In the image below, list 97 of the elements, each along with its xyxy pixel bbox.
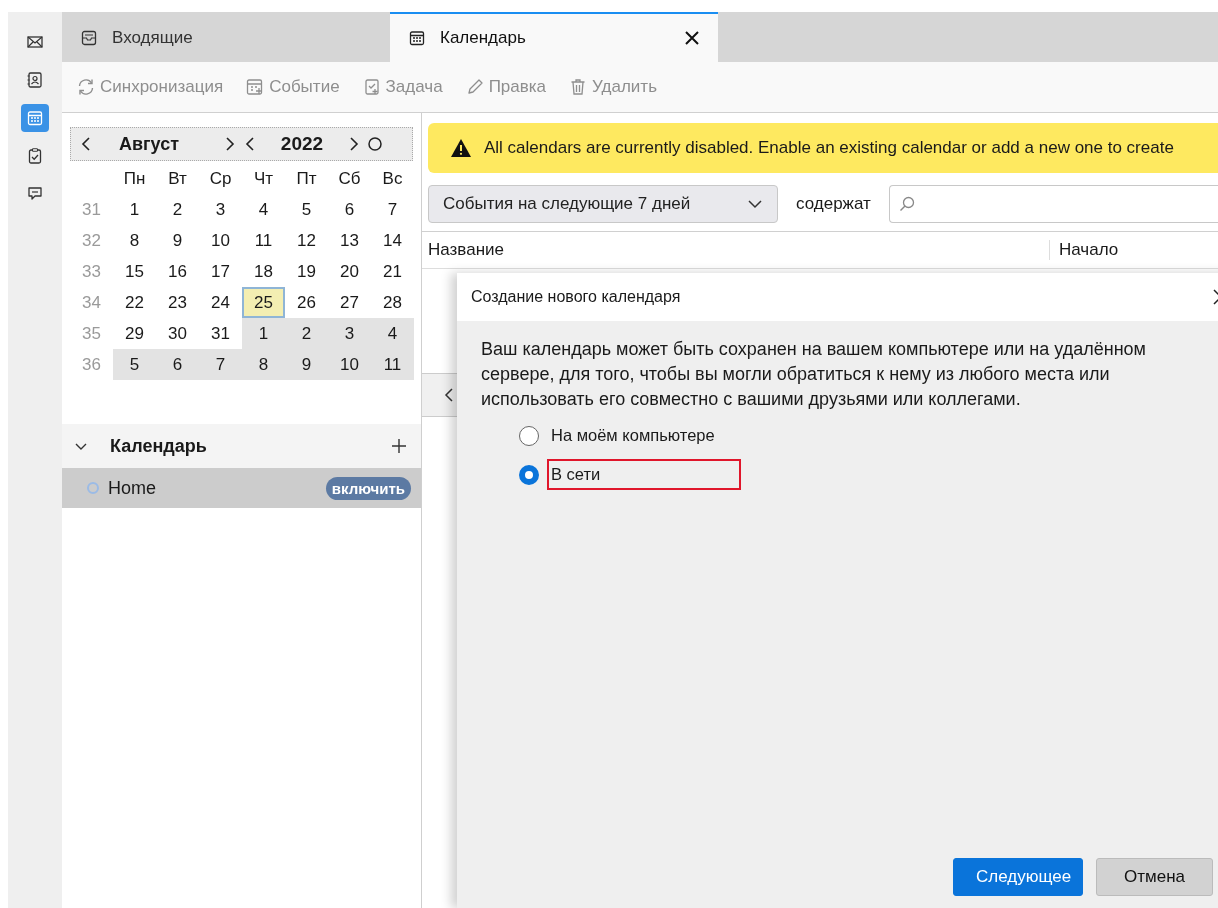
next-button[interactable]: Следующее bbox=[953, 858, 1083, 896]
day-cell[interactable]: 28 bbox=[371, 287, 414, 318]
day-cell[interactable]: 20 bbox=[328, 256, 371, 287]
chevron-left-icon[interactable] bbox=[79, 136, 93, 152]
chevron-right-icon[interactable] bbox=[223, 136, 237, 152]
search-field[interactable] bbox=[888, 185, 1218, 223]
calendar-list-item[interactable]: Home включить bbox=[62, 468, 421, 508]
day-cell[interactable]: 3 bbox=[199, 194, 242, 225]
day-cell[interactable]: 11 bbox=[242, 225, 285, 256]
calendar-icon bbox=[26, 109, 44, 127]
notification-text: All calendars are currently disabled. Enable an existing calendar or add a new one to create bbox=[484, 138, 1174, 158]
day-cell[interactable]: 25 bbox=[242, 287, 285, 318]
tab[interactable]: Календарь bbox=[390, 12, 718, 62]
day-cell[interactable]: 13 bbox=[328, 225, 371, 256]
week-number: 33 bbox=[81, 260, 102, 283]
day-cell[interactable]: 26 bbox=[285, 287, 328, 318]
column-header[interactable]: Название bbox=[422, 240, 1050, 260]
clipboard-check-icon bbox=[26, 147, 44, 165]
day-cell[interactable]: 7 bbox=[371, 194, 414, 225]
mail-icon bbox=[26, 33, 44, 51]
day-cell[interactable]: 17 bbox=[199, 256, 242, 287]
day-cell[interactable]: 6 bbox=[156, 349, 199, 380]
day-cell[interactable]: 11 bbox=[371, 349, 414, 380]
day-cell[interactable]: 1 bbox=[113, 194, 156, 225]
enable-button[interactable]: включить bbox=[325, 476, 411, 500]
day-cell[interactable]: 9 bbox=[285, 349, 328, 380]
range-dropdown[interactable]: События на следующие 7 дней bbox=[428, 185, 778, 223]
day-cell[interactable]: 15 bbox=[113, 256, 156, 287]
week-number: 34 bbox=[81, 291, 102, 314]
day-cell[interactable]: 18 bbox=[242, 256, 285, 287]
day-cell[interactable]: 29 bbox=[113, 318, 156, 349]
option-label: В сети bbox=[547, 459, 741, 490]
chevron-down-icon bbox=[747, 198, 763, 210]
weekday-label: Вт bbox=[167, 167, 188, 190]
weekday-label: Пн bbox=[122, 167, 147, 190]
section-title: Календарь bbox=[110, 435, 208, 457]
radio-option[interactable]: На моём компьютере bbox=[519, 420, 1218, 451]
day-cell[interactable]: 8 bbox=[113, 225, 156, 256]
filter-label: содержат bbox=[796, 194, 871, 214]
close-icon[interactable] bbox=[684, 30, 700, 46]
day-cell[interactable]: 14 bbox=[371, 225, 414, 256]
day-cell[interactable]: 4 bbox=[242, 194, 285, 225]
radio-option[interactable]: В сети bbox=[519, 459, 1218, 490]
weekday-label: Пт bbox=[295, 167, 318, 190]
day-cell[interactable]: 1 bbox=[242, 318, 285, 349]
week-number: 31 bbox=[81, 198, 102, 221]
week-number: 36 bbox=[81, 353, 102, 376]
day-cell[interactable]: 27 bbox=[328, 287, 371, 318]
cancel-button[interactable]: Отмена bbox=[1096, 858, 1213, 896]
day-cell[interactable]: 2 bbox=[285, 318, 328, 349]
day-cell[interactable]: 4 bbox=[371, 318, 414, 349]
radio-button[interactable] bbox=[519, 425, 539, 446]
day-cell[interactable]: 2 bbox=[156, 194, 199, 225]
day-cell[interactable]: 19 bbox=[285, 256, 328, 287]
day-cell[interactable]: 21 bbox=[371, 256, 414, 287]
day-cell[interactable]: 8 bbox=[242, 349, 285, 380]
calendar-name: Home bbox=[108, 477, 157, 499]
day-cell[interactable]: 3 bbox=[328, 318, 371, 349]
warning-icon bbox=[450, 138, 472, 158]
day-cell[interactable]: 31 bbox=[199, 318, 242, 349]
tab[interactable]: Входящие bbox=[62, 12, 390, 62]
weekday-label: Чт bbox=[252, 167, 275, 190]
day-cell[interactable]: 30 bbox=[156, 318, 199, 349]
dialog-description: Ваш календарь может быть сохранен на вашем компьютере или на удалённом сервере, для того, чтобы вы могли обратиться к нему из любого места или использовать его совместно с вашими друзьями или коллегами. bbox=[481, 338, 1147, 411]
day-cell[interactable]: 9 bbox=[156, 225, 199, 256]
day-cell[interactable]: 6 bbox=[328, 194, 371, 225]
day-cell[interactable]: 16 bbox=[156, 256, 199, 287]
dialog-title: Создание нового календаря bbox=[471, 288, 682, 306]
address-book-icon bbox=[26, 71, 44, 89]
year-label: 2022 bbox=[279, 133, 325, 155]
radio-button[interactable] bbox=[519, 464, 539, 485]
day-cell[interactable]: 10 bbox=[328, 349, 371, 380]
weekday-label: Сб bbox=[337, 167, 362, 190]
circle-icon[interactable] bbox=[367, 136, 383, 152]
week-number: 32 bbox=[81, 229, 102, 252]
column-header[interactable]: Начало bbox=[1050, 240, 1119, 260]
calendar-icon bbox=[408, 29, 426, 47]
day-cell[interactable]: 12 bbox=[285, 225, 328, 256]
chevron-left-icon[interactable] bbox=[444, 387, 454, 403]
day-cell[interactable]: 23 bbox=[156, 287, 199, 318]
inbox-icon bbox=[80, 29, 98, 47]
sync-icon bbox=[76, 77, 96, 97]
day-cell[interactable]: 5 bbox=[285, 194, 328, 225]
day-cell[interactable]: 5 bbox=[113, 349, 156, 380]
day-cell[interactable]: 22 bbox=[113, 287, 156, 318]
calendar-rail-button[interactable] bbox=[21, 104, 49, 132]
weekday-label: Ср bbox=[208, 167, 233, 190]
month-label: Август bbox=[118, 133, 180, 155]
weekday-label: Вс bbox=[381, 167, 404, 190]
option-label: На моём компьютере bbox=[550, 425, 716, 446]
day-cell[interactable]: 10 bbox=[199, 225, 242, 256]
add-icon[interactable] bbox=[391, 438, 407, 454]
day-cell[interactable]: 7 bbox=[199, 349, 242, 380]
chevron-left-icon[interactable] bbox=[243, 136, 257, 152]
chevron-right-icon[interactable] bbox=[347, 136, 361, 152]
week-number: 35 bbox=[81, 322, 102, 345]
day-cell[interactable]: 24 bbox=[199, 287, 242, 318]
